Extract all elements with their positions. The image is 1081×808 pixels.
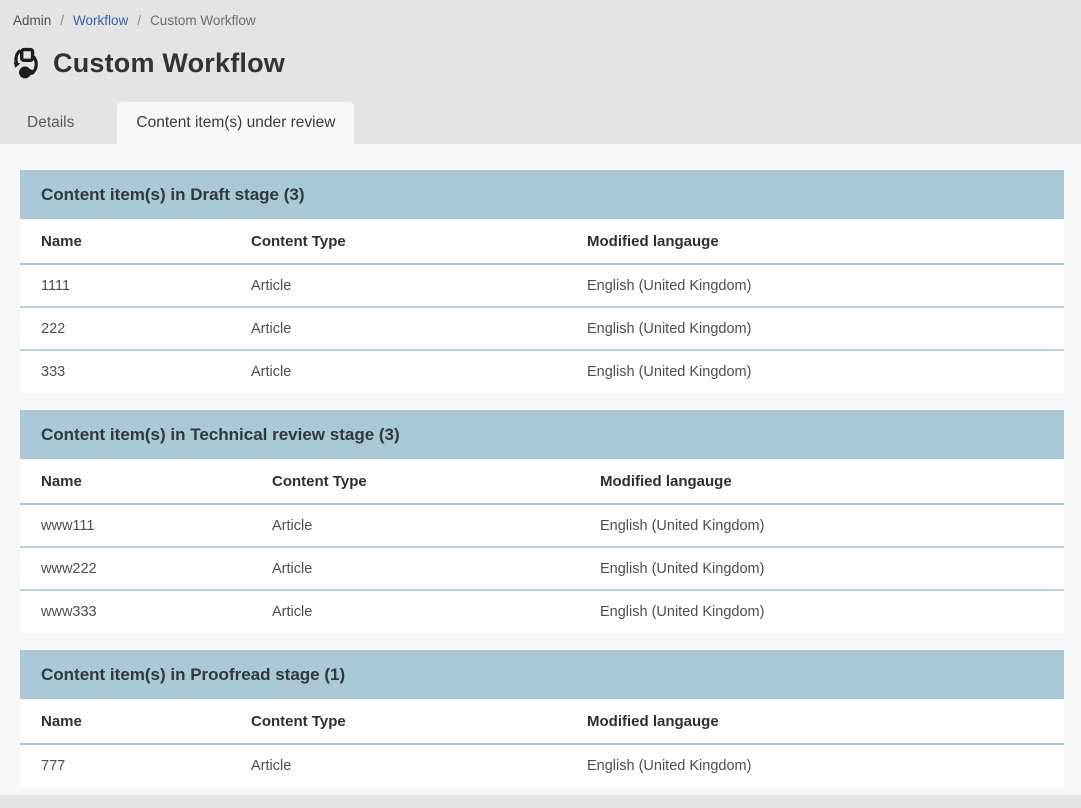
table-row: www111 Article English (United Kingdom) (20, 504, 1064, 547)
title-row: Custom Workflow (0, 45, 1081, 81)
table-row: www222 Article English (United Kingdom) (20, 547, 1064, 590)
cell-name: www333 (20, 590, 251, 633)
stage-header: Content item(s) in Proofread stage (1) (20, 650, 1064, 699)
workflow-icon (9, 47, 42, 81)
table-header-row: Name Content Type Modified langauge (20, 699, 1064, 744)
breadcrumb-separator: / (137, 13, 141, 28)
stage-header: Content item(s) in Draft stage (3) (20, 170, 1064, 219)
cell-modified-language: English (United Kingdom) (579, 590, 1064, 633)
tab-bar: Details Content item(s) under review (0, 102, 1081, 144)
cell-content-type: Article (251, 590, 579, 633)
tab-panel-content-under-review: Content item(s) in Draft stage (3) Name … (0, 144, 1081, 795)
cell-modified-language: English (United Kingdom) (566, 307, 1064, 350)
column-header-name: Name (20, 699, 230, 744)
stage-items-table: Name Content Type Modified langauge 1111… (20, 219, 1064, 393)
cell-name: 222 (20, 307, 230, 350)
stage-section-draft: Content item(s) in Draft stage (3) Name … (20, 170, 1064, 393)
breadcrumb-current-page: Custom Workflow (150, 13, 256, 28)
stage-section-technical-review: Content item(s) in Technical review stag… (20, 410, 1064, 633)
stage-items-table: Name Content Type Modified langauge www1… (20, 459, 1064, 633)
column-header-content-type: Content Type (230, 699, 566, 744)
breadcrumb-admin: Admin (13, 13, 51, 28)
column-header-content-type: Content Type (251, 459, 579, 504)
cell-content-type: Article (251, 547, 579, 590)
table-row: www333 Article English (United Kingdom) (20, 590, 1064, 633)
tab-details[interactable]: Details (0, 102, 101, 144)
cell-name: www222 (20, 547, 251, 590)
cell-name: www111 (20, 504, 251, 547)
table-header-row: Name Content Type Modified langauge (20, 459, 1064, 504)
table-row: 1111 Article English (United Kingdom) (20, 264, 1064, 307)
cell-modified-language: English (United Kingdom) (566, 350, 1064, 393)
cell-name: 777 (20, 744, 230, 787)
cell-content-type: Article (251, 504, 579, 547)
column-header-modified-language: Modified langauge (579, 459, 1064, 504)
column-header-modified-language: Modified langauge (566, 699, 1064, 744)
cell-modified-language: English (United Kingdom) (579, 504, 1064, 547)
cell-content-type: Article (230, 264, 566, 307)
table-header-row: Name Content Type Modified langauge (20, 219, 1064, 264)
cell-name: 1111 (20, 264, 230, 307)
breadcrumb: Admin / Workflow / Custom Workflow (0, 0, 1081, 28)
table-row: 222 Article English (United Kingdom) (20, 307, 1064, 350)
column-header-name: Name (20, 219, 230, 264)
breadcrumb-workflow-link[interactable]: Workflow (73, 13, 128, 28)
column-header-modified-language: Modified langauge (566, 219, 1064, 264)
cell-modified-language: English (United Kingdom) (566, 264, 1064, 307)
column-header-content-type: Content Type (230, 219, 566, 264)
breadcrumb-separator: / (60, 13, 64, 28)
cell-content-type: Article (230, 744, 566, 787)
cell-name: 333 (20, 350, 230, 393)
stage-items-table: Name Content Type Modified langauge 777 … (20, 699, 1064, 787)
stage-header: Content item(s) in Technical review stag… (20, 410, 1064, 459)
stage-section-proofread: Content item(s) in Proofread stage (1) N… (20, 650, 1064, 787)
cell-modified-language: English (United Kingdom) (579, 547, 1064, 590)
page-title: Custom Workflow (53, 48, 285, 79)
table-row: 777 Article English (United Kingdom) (20, 744, 1064, 787)
column-header-name: Name (20, 459, 251, 504)
page-header: Admin / Workflow / Custom Workflow Custo… (0, 0, 1081, 144)
cell-content-type: Article (230, 307, 566, 350)
table-row: 333 Article English (United Kingdom) (20, 350, 1064, 393)
cell-modified-language: English (United Kingdom) (566, 744, 1064, 787)
tab-content-items-under-review[interactable]: Content item(s) under review (117, 102, 354, 144)
cell-content-type: Article (230, 350, 566, 393)
